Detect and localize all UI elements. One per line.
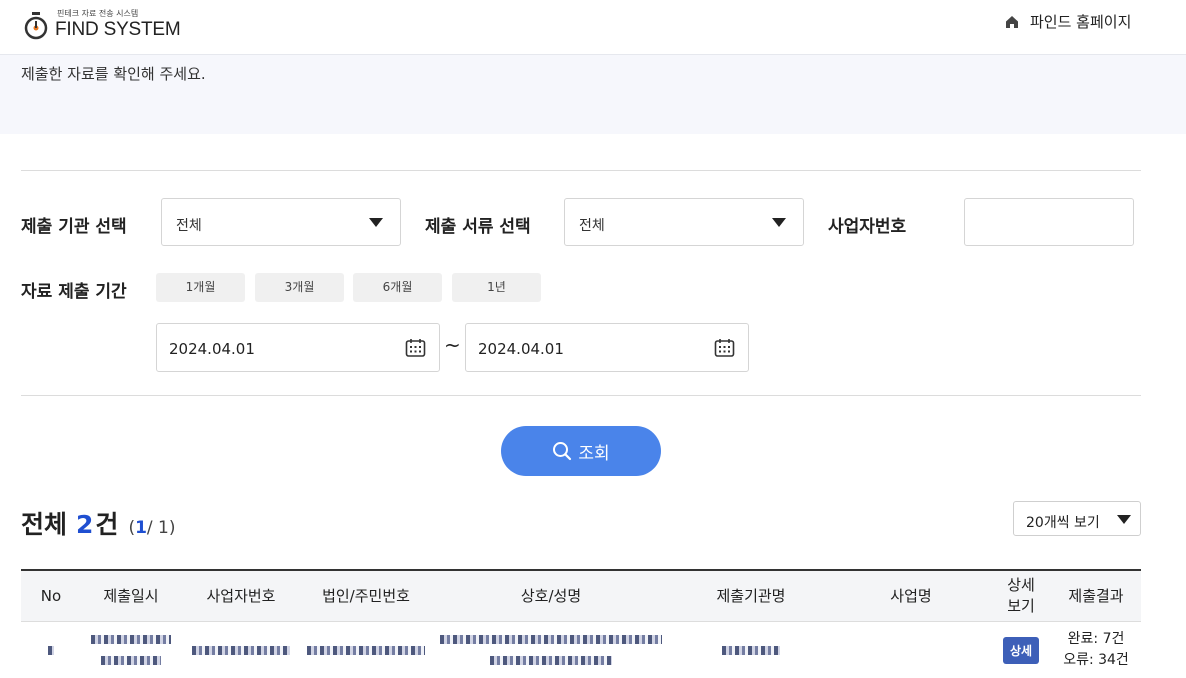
column-header-detail: 상세 보기 [1007, 576, 1035, 615]
result-cell: 완료: 7건 오류: 34건 [1051, 622, 1141, 678]
column-header-project: 사업명 [890, 586, 932, 605]
stopwatch-icon [24, 12, 48, 40]
doc-select[interactable]: 전체 [564, 198, 804, 246]
caret-down-icon [369, 218, 383, 227]
home-link-label: 파인드 홈페이지 [1030, 13, 1132, 31]
logo[interactable]: 핀테크 자료 전송 시스템 FIND SYSTEM [23, 9, 181, 41]
redacted-cell [301, 622, 431, 678]
detail-cell: 상세 [991, 622, 1051, 678]
bizno-label: 사업자번호 [828, 217, 907, 237]
column-header-bizno: 사업자번호 [206, 586, 276, 605]
table-row[interactable]: 상세 완료: 7건 오류: 34건 [21, 622, 1141, 678]
column-header-org: 제출기관명 [716, 586, 786, 605]
result-summary: 전체 2 건 (1/ 1) [21, 505, 176, 541]
notice-banner: 제출한 자료를 확인해 주세요. [0, 55, 1186, 134]
home-icon [1006, 15, 1018, 28]
bizno-input[interactable] [964, 198, 1134, 246]
doc-select-label: 제출 서류 선택 [425, 217, 531, 237]
calendar-icon[interactable] [405, 338, 426, 358]
page-current: 1 [135, 518, 147, 538]
redacted-cell [81, 622, 181, 678]
logo-title: FIND SYSTEM [55, 19, 181, 40]
result-error: 오류: 34건 [1063, 652, 1129, 668]
calendar-icon[interactable] [714, 338, 735, 358]
logo-subtitle: 핀테크 자료 전송 시스템 [57, 9, 139, 18]
search-icon [553, 442, 572, 461]
column-header-regno: 법인/주민번호 [322, 586, 410, 605]
page-indicator: (1/ 1) [128, 518, 176, 538]
divider [21, 395, 1141, 396]
table-header: No 제출일시 사업자번호 법인/주민번호 상호/성명 제출기관명 사업명 상세… [21, 571, 1141, 622]
period-3month-button[interactable]: 3개월 [255, 273, 344, 302]
period-6month-button[interactable]: 6개월 [353, 273, 442, 302]
date-from-input[interactable]: 2024.04.01 [156, 323, 440, 372]
notice-text: 제출한 자료를 확인해 주세요. [21, 65, 206, 83]
total-unit: 건 [95, 510, 119, 539]
doc-select-value: 전체 [579, 218, 605, 234]
date-to-value: 2024.04.01 [478, 340, 564, 358]
total-label: 전체 [21, 510, 68, 539]
org-select[interactable]: 전체 [161, 198, 401, 246]
divider [21, 170, 1141, 171]
search-button-label: 조회 [578, 443, 610, 464]
submission-table: No 제출일시 사업자번호 법인/주민번호 상호/성명 제출기관명 사업명 상세… [21, 569, 1141, 678]
total-count: 2 [76, 510, 94, 539]
project-cell [831, 622, 991, 678]
caret-down-icon [1117, 515, 1131, 524]
period-1year-button[interactable]: 1년 [452, 273, 541, 302]
redacted-cell [21, 622, 81, 678]
date-range-separator: ~ [444, 333, 461, 357]
page-size-value: 20개씩 보기 [1026, 515, 1100, 531]
column-header-date: 제출일시 [103, 586, 159, 605]
column-header-name: 상호/성명 [520, 586, 582, 605]
page-size-select[interactable]: 20개씩 보기 [1013, 501, 1141, 536]
column-header-no: No [40, 586, 62, 605]
redacted-cell [181, 622, 301, 678]
detail-button[interactable]: 상세 [1002, 636, 1040, 664]
header: 핀테크 자료 전송 시스템 FIND SYSTEM 파인드 홈페이지 [0, 0, 1186, 55]
result-ok: 완료: 7건 [1067, 631, 1125, 647]
caret-down-icon [772, 218, 786, 227]
org-select-value: 전체 [176, 218, 202, 234]
date-to-input[interactable]: 2024.04.01 [465, 323, 749, 372]
column-header-result: 제출결과 [1068, 586, 1124, 605]
period-1month-button[interactable]: 1개월 [156, 273, 245, 302]
org-select-label: 제출 기관 선택 [21, 217, 127, 237]
period-label: 자료 제출 기간 [21, 282, 127, 302]
search-button[interactable]: 조회 [501, 426, 661, 476]
date-from-value: 2024.04.01 [169, 340, 255, 358]
redacted-cell [671, 622, 831, 678]
redacted-cell [431, 622, 671, 678]
home-link[interactable]: 파인드 홈페이지 [1005, 11, 1131, 32]
